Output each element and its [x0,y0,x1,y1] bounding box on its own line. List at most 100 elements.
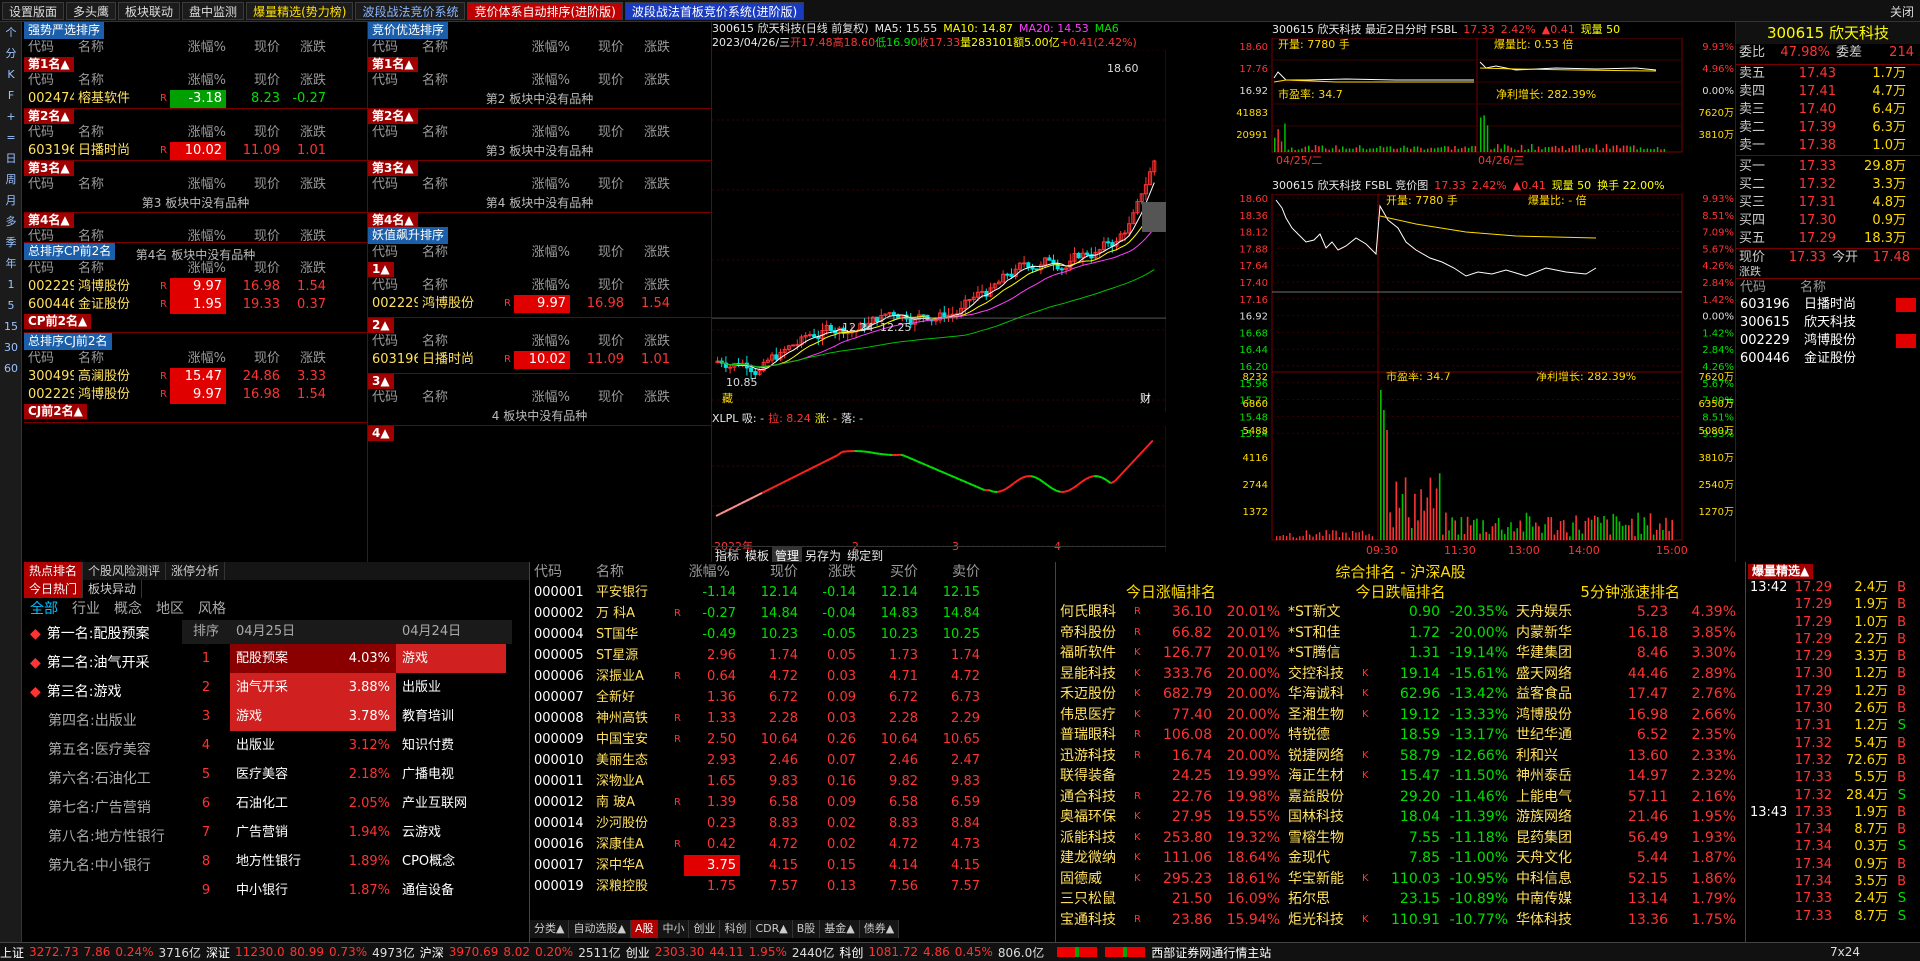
market-row[interactable]: 000019 深粮控股 1.75 7.57 0.13 7.56 7.57 [530,876,1055,897]
left-tool-5[interactable]: = [0,127,22,148]
top-tab-3[interactable]: 盘中监测 [182,1,245,20]
rank-item[interactable]: ◆ 第二名:油气开采 [30,649,182,678]
left-tool-8[interactable]: 月 [0,190,22,211]
combined-row[interactable]: 普瑞眼科 R 106.08 20.00% 特锐德 18.59 -13.17% 世纪华通 6.52… [1056,725,1745,746]
hot-tab-2[interactable]: 涨停分析 [166,562,226,580]
market-row[interactable]: 000005 ST星源 2.96 1.74 0.05 1.73 1.74 [530,645,1055,666]
category-3[interactable]: 地区 [156,598,184,620]
category-0[interactable]: 全部 [30,598,58,620]
category-1[interactable]: 行业 [72,598,100,620]
rank-table-row[interactable]: 4 出版业 3.12% 知识付费 [182,731,512,760]
index-sh[interactable]: 上证 [0,944,24,961]
hot-subtab-0[interactable]: 今日热门 [24,580,84,598]
hot-subtab-1[interactable]: 板块异动 [83,580,143,598]
combined-row[interactable]: 三只松鼠 21.50 16.09% 拓尔思 23.15 -10.89% 中南传媒 13.14 1… [1056,889,1745,910]
left-tool-12[interactable]: 1 [0,274,22,295]
left-tool-1[interactable]: 分 [0,43,22,64]
stock-row[interactable]: 002229 鸿博股份 R 9.97 16.98 1.54 [24,386,367,404]
strong-rank-title[interactable]: 强势严选排序 [24,22,105,39]
rank-table-row[interactable]: 1 配股预案 4.03% 游戏 [182,644,512,673]
xlpl-indicator-chart[interactable]: 5.00日线2022年234+-Z [712,426,1214,552]
rank-table-row[interactable]: 2 油气开采 3.88% 出版业 [182,673,512,702]
monster-2-block-tag[interactable]: 2▲ [368,318,394,333]
hot-tab-0[interactable]: 热点排名 [24,562,84,580]
rank-2-block-tag[interactable]: 第2名▲ [24,109,74,124]
combined-row[interactable]: 建龙微纳 K 111.06 18.64% 金现代 7.85 -11.00% 天舟文化 5.44 1… [1056,848,1745,869]
rank-item[interactable]: 第六名:石油化工 [30,765,182,794]
top-tab-0[interactable]: 设置版面 [2,1,65,20]
market-row[interactable]: 000007 全新好 1.36 6.72 0.09 6.72 6.73 [530,687,1055,708]
auction-4-tag[interactable]: 第4名▲ [368,213,418,228]
auction-1-block-tag[interactable]: 第1名▲ [368,57,418,72]
market-row[interactable]: 000002 万 科A R -0.27 14.84 -0.04 14.83 14.84 [530,603,1055,624]
combined-row[interactable]: 联得装备 24.25 19.99% 海正生材 K 15.47 -11.50% 神州泰岳 14.9… [1056,766,1745,787]
left-tool-2[interactable]: K [0,64,22,85]
market-tab-0[interactable]: 分类▲ [530,920,570,938]
watchlist-row[interactable]: 002229 鸿博股份 [1736,332,1920,350]
market-tab-9[interactable]: 债券▲ [860,920,900,938]
rank-item[interactable]: ◆ 第一名:配股预案 [30,620,182,649]
kline-tab-1[interactable]: 模板 [742,547,772,563]
rank-table-row[interactable]: 3 游戏 3.78% 教育培训 [182,702,512,731]
index-kc[interactable]: 科创 [839,944,863,961]
stock-row[interactable]: 002229 鸿博股份 R 9.97 16.98 1.54 [368,295,711,313]
category-4[interactable]: 风格 [198,598,226,620]
market-tab-7[interactable]: B股 [793,920,821,938]
market-tab-2[interactable]: A股 [630,920,659,938]
cp-top2-block-title[interactable]: 总排序CP前2名 [24,243,116,260]
combined-row[interactable]: 迅游科技 R 16.74 20.00% 锐捷网络 K 58.79 -12.66% 利和兴 13.6… [1056,746,1745,767]
stock-row[interactable]: 603196 日播时尚 R 10.02 11.09 1.01 [24,142,367,160]
market-row[interactable]: 000011 深物业A 1.65 9.83 0.16 9.82 9.83 [530,771,1055,792]
rank-item[interactable]: 第七名:广告营销 [30,794,182,823]
top-tab-2[interactable]: 板块联动 [118,1,181,20]
candlestick-chart[interactable]: 16.9215.2313.7112.3311.1018.6010.8512.24… [712,50,1214,412]
combined-row[interactable]: 通合科技 R 22.76 19.98% 嘉益股份 29.20 -11.46% 上能电气 57.1… [1056,787,1745,808]
combined-row[interactable]: 固德威 K 295.23 18.61% 华宝新能 K 110.03 -10.95% 中科信息 52… [1056,869,1745,890]
buy-level[interactable]: 买三 17.31 4.8万 [1736,194,1920,212]
sell-level[interactable]: 卖五 17.43 1.7万 [1736,65,1920,83]
auction-rank-title[interactable]: 竞价优选排序 [368,22,449,39]
rank-1-block-tag[interactable]: 第1名▲ [24,57,74,72]
watchlist-row[interactable]: 600446 金证股份 [1736,350,1920,368]
auction-3-block-tag[interactable]: 第3名▲ [368,161,418,176]
rank-table-row[interactable]: 6 石油化工 2.05% 产业互联网 [182,789,512,818]
kline-tab-4[interactable]: 绑定到 [844,547,886,563]
watchlist-row[interactable]: 300615 欣天科技 [1736,314,1920,332]
tick-title[interactable]: 爆量精选▲ [1748,564,1814,579]
top-tab-7[interactable]: 波段战法首板竞价系统(进阶版) [624,1,805,20]
rank-item[interactable]: 第九名:中小银行 [30,852,182,881]
kline-tab-0[interactable]: 指标 [712,547,742,563]
buy-level[interactable]: 买一 17.33 29.8万 [1736,158,1920,176]
cj-top2-block-tag[interactable]: CJ前2名▲ [24,404,87,419]
market-row[interactable]: 000009 中国宝安 R 2.50 10.64 0.26 10.64 10.65 [530,729,1055,750]
market-row[interactable]: 000012 南 玻A R 1.39 6.58 0.09 6.58 6.59 [530,792,1055,813]
rank-item[interactable]: 第四名:出版业 [30,707,182,736]
market-row[interactable]: 000014 沙河股份 0.23 8.83 0.02 8.83 8.84 [530,813,1055,834]
left-tool-13[interactable]: 5 [0,295,22,316]
buy-level[interactable]: 买二 17.32 3.3万 [1736,176,1920,194]
auction-2-block-tag[interactable]: 第2名▲ [368,109,418,124]
kline-chart-panel[interactable]: 300615 欣天科技(日线 前复权) MA5: 15.55 MA10: 14.87… [712,22,1214,563]
market-row[interactable]: 000004 ST国华 -0.49 10.23 -0.05 10.23 10.25 [530,624,1055,645]
stock-row[interactable]: 002229 鸿博股份 R 9.97 16.98 1.54 [24,278,367,296]
market-row[interactable]: 000016 深康佳A R 0.42 4.72 0.02 4.72 4.73 [530,834,1055,855]
monster-4-tag[interactable]: 4▲ [368,426,394,441]
left-tool-10[interactable]: 季 [0,232,22,253]
stock-row[interactable]: 002474 榕基软件 R -3.18 8.23 -0.27 [24,90,367,108]
combined-row[interactable]: 伟思医疗 K 77.40 20.00% 圣湘生物 K 19.12 -13.33% 鸿博股份 16.… [1056,705,1745,726]
rank-item[interactable]: 第五名:医疗美容 [30,736,182,765]
left-tool-6[interactable]: 日 [0,148,22,169]
rank-item[interactable]: ◆ 第三名:游戏 [30,678,182,707]
sell-level[interactable]: 卖三 17.40 6.4万 [1736,101,1920,119]
sell-level[interactable]: 卖四 17.41 4.7万 [1736,83,1920,101]
left-tool-15[interactable]: 30 [0,337,22,358]
top-tab-6[interactable]: 竞价体系自动排序(进阶版) [467,1,623,20]
market-row[interactable]: 000006 深振业A R 0.64 4.72 0.03 4.71 4.72 [530,666,1055,687]
cp-top2-block-tag[interactable]: CP前2名▲ [24,314,92,329]
rank-item[interactable]: 第八名:地方性银行 [30,823,182,852]
server-name[interactable]: 西部证券网通行情主站 [1151,944,1271,961]
market-tab-1[interactable]: 自动选股▲ [569,920,631,938]
left-tool-9[interactable]: 多 [0,211,22,232]
mode-label[interactable]: 7x24 [1830,945,1860,959]
rank-table-row[interactable]: 7 广告营销 1.94% 云游戏 [182,818,512,847]
